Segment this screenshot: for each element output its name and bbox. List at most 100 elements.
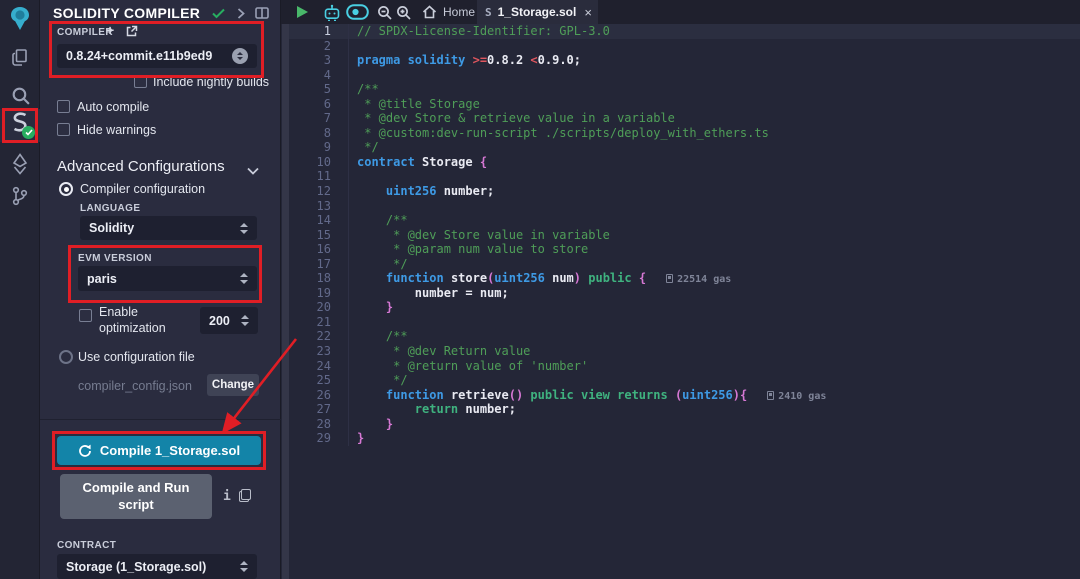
zoom-in-icon[interactable] bbox=[396, 0, 411, 24]
chevron-down-icon[interactable] bbox=[247, 162, 259, 180]
remix-ide-window: SOLIDITY COMPILER COMPILER + 0.8.24+comm… bbox=[0, 0, 1080, 579]
code-line[interactable]: 22 /** bbox=[289, 329, 1080, 344]
run-script-icon[interactable] bbox=[295, 0, 309, 24]
compiler-configuration-radio[interactable] bbox=[59, 182, 73, 196]
check-icon bbox=[212, 6, 225, 24]
close-tab-icon[interactable]: × bbox=[584, 5, 592, 20]
solidity-compiler-panel: SOLIDITY COMPILER COMPILER + 0.8.24+comm… bbox=[40, 0, 281, 579]
icon-rail bbox=[0, 0, 40, 579]
code-line[interactable]: 16 * @param num value to store bbox=[289, 242, 1080, 257]
enable-optimization-label: Enable optimization bbox=[99, 305, 175, 336]
hide-warnings-checkbox[interactable] bbox=[57, 123, 70, 136]
editor-lines: 1// SPDX-License-Identifier: GPL-3.023pr… bbox=[289, 24, 1080, 446]
zoom-out-icon[interactable] bbox=[377, 0, 392, 24]
code-line[interactable]: 18 function store(uint256 num) public {2… bbox=[289, 271, 1080, 286]
remix-logo-icon[interactable] bbox=[0, 5, 40, 32]
editor-topbar: Home S 1_Storage.sol × bbox=[281, 0, 1080, 24]
chevron-right-icon[interactable] bbox=[237, 6, 245, 24]
compile-and-run-button[interactable]: Compile and Run script bbox=[60, 474, 212, 519]
columns-icon[interactable] bbox=[255, 6, 269, 24]
optimization-runs-input[interactable]: 200 bbox=[200, 307, 258, 334]
code-line[interactable]: 10contract Storage { bbox=[289, 155, 1080, 170]
gas-icon bbox=[767, 391, 774, 400]
code-editor[interactable]: 1// SPDX-License-Identifier: GPL-3.023pr… bbox=[289, 24, 1080, 579]
code-line[interactable]: 5/** bbox=[289, 82, 1080, 97]
code-line[interactable]: 23 * @dev Return value bbox=[289, 344, 1080, 359]
nightly-builds-label: Include nightly builds bbox=[153, 75, 269, 89]
use-configuration-file-label: Use configuration file bbox=[78, 350, 195, 364]
open-compiler-file-icon[interactable] bbox=[125, 25, 138, 43]
code-line[interactable]: 12 uint256 number; bbox=[289, 184, 1080, 199]
compile-button[interactable]: Compile 1_Storage.sol bbox=[57, 436, 261, 465]
compiler-version-value: 0.8.24+commit.e11b9ed9 bbox=[66, 49, 212, 63]
code-line[interactable]: 21 bbox=[289, 315, 1080, 330]
git-icon[interactable] bbox=[0, 184, 40, 210]
code-line[interactable]: 6 * @title Storage bbox=[289, 97, 1080, 112]
gas-icon bbox=[666, 274, 673, 283]
tab-label: 1_Storage.sol bbox=[498, 5, 577, 19]
contract-select[interactable]: Storage (1_Storage.sol) bbox=[57, 554, 257, 579]
language-label: LANGUAGE bbox=[80, 203, 140, 214]
code-line[interactable]: 4 bbox=[289, 68, 1080, 83]
home-icon bbox=[422, 5, 437, 19]
file-explorer-icon[interactable] bbox=[0, 47, 40, 71]
language-select[interactable]: Solidity bbox=[80, 216, 257, 240]
home-tab-label: Home bbox=[443, 5, 475, 19]
code-line[interactable]: 19 number = num; bbox=[289, 286, 1080, 301]
code-line[interactable]: 29} bbox=[289, 431, 1080, 446]
code-line[interactable]: 24 * @return value of 'number' bbox=[289, 359, 1080, 374]
code-line[interactable]: 7 * @dev Store & retrieve value in a var… bbox=[289, 111, 1080, 126]
home-tab[interactable]: Home bbox=[422, 0, 475, 24]
code-line[interactable]: 1// SPDX-License-Identifier: GPL-3.0 bbox=[289, 24, 1080, 39]
code-line[interactable]: 3pragma solidity >=0.8.2 <0.9.0; bbox=[289, 53, 1080, 68]
code-line[interactable]: 28 } bbox=[289, 417, 1080, 432]
copy-icon[interactable] bbox=[239, 489, 251, 502]
search-icon[interactable] bbox=[0, 85, 40, 109]
code-line[interactable]: 27 return number; bbox=[289, 402, 1080, 417]
compiler-version-select[interactable]: 0.8.24+commit.e11b9ed9 bbox=[57, 44, 257, 68]
language-value: Solidity bbox=[89, 221, 134, 235]
code-line[interactable]: 26 function retrieve() public view retur… bbox=[289, 388, 1080, 403]
code-line[interactable]: 2 bbox=[289, 39, 1080, 54]
code-line[interactable]: 17 */ bbox=[289, 257, 1080, 272]
deploy-run-icon[interactable] bbox=[0, 152, 40, 178]
contract-value: Storage (1_Storage.sol) bbox=[66, 560, 206, 574]
code-line[interactable]: 15 * @dev Store value in variable bbox=[289, 228, 1080, 243]
refresh-icon bbox=[78, 444, 92, 458]
evm-version-select[interactable]: paris bbox=[78, 266, 257, 291]
auto-compile-checkbox[interactable] bbox=[57, 100, 70, 113]
code-line[interactable]: 9 */ bbox=[289, 140, 1080, 155]
code-line[interactable]: 14 /** bbox=[289, 213, 1080, 228]
advanced-configurations-title: Advanced Configurations bbox=[57, 158, 225, 175]
code-line[interactable]: 25 */ bbox=[289, 373, 1080, 388]
config-file-name: compiler_config.json bbox=[78, 379, 192, 393]
add-compiler-icon[interactable]: + bbox=[106, 22, 114, 38]
tab-1-storage-sol[interactable]: S 1_Storage.sol × bbox=[477, 0, 598, 24]
enable-optimization-checkbox[interactable] bbox=[79, 309, 92, 322]
code-line[interactable]: 8 * @custom:dev-run-script ./scripts/dep… bbox=[289, 126, 1080, 141]
code-line[interactable]: 11 bbox=[289, 169, 1080, 184]
hide-warnings-label: Hide warnings bbox=[77, 123, 156, 137]
change-config-button[interactable]: Change bbox=[207, 374, 259, 396]
nightly-builds-checkbox[interactable] bbox=[134, 75, 147, 88]
evm-version-value: paris bbox=[87, 272, 117, 286]
use-configuration-file-radio[interactable] bbox=[59, 350, 73, 364]
info-icon[interactable]: i bbox=[223, 489, 231, 504]
panel-title: SOLIDITY COMPILER bbox=[53, 5, 200, 21]
panel-scrollbar[interactable] bbox=[282, 24, 289, 579]
panel-divider bbox=[40, 419, 281, 420]
compile-success-check-icon bbox=[22, 126, 35, 139]
compiler-configuration-label: Compiler configuration bbox=[80, 182, 205, 196]
ai-toggle-icon[interactable] bbox=[346, 0, 369, 24]
ai-assistant-robot-icon[interactable] bbox=[322, 0, 342, 24]
solidity-compiler-icon[interactable] bbox=[0, 109, 40, 142]
code-line[interactable]: 13 bbox=[289, 199, 1080, 214]
code-line[interactable]: 20 } bbox=[289, 300, 1080, 315]
auto-compile-label: Auto compile bbox=[77, 100, 149, 114]
select-arrows-icon bbox=[240, 561, 248, 572]
evm-version-label: EVM VERSION bbox=[78, 253, 152, 264]
select-arrows-icon bbox=[240, 273, 248, 284]
compiler-version-stepper[interactable] bbox=[232, 48, 248, 64]
optimization-runs-value: 200 bbox=[209, 314, 230, 328]
select-arrows-icon bbox=[241, 315, 249, 326]
